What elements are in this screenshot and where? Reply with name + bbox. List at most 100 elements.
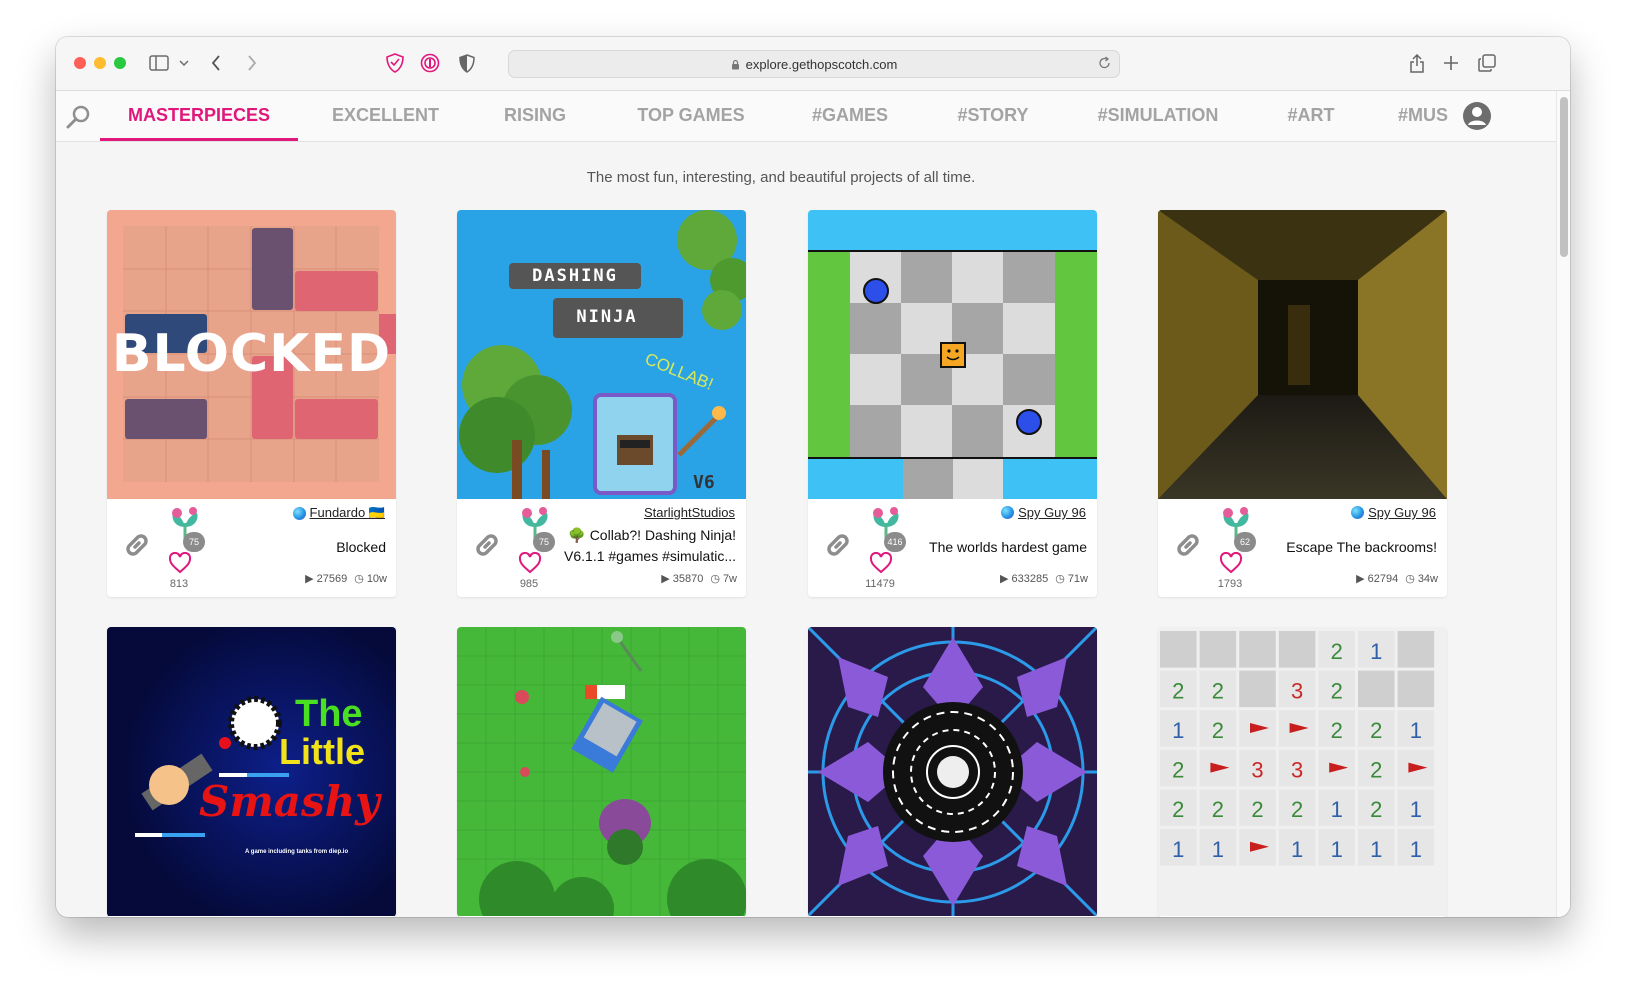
- minimize-window-button[interactable]: [94, 57, 106, 69]
- project-card[interactable]: 416 11479 Spy Guy 96 The worlds hardest …: [808, 210, 1097, 597]
- privacy-shield-icon[interactable]: [456, 51, 478, 75]
- mine-count-label: 2: [1212, 678, 1224, 703]
- tab-masterpieces[interactable]: MASTERPIECES: [100, 91, 298, 141]
- project-thumbnail[interactable]: [808, 627, 1097, 916]
- mine-count-label: 1: [1291, 837, 1303, 862]
- mine-cell: [1397, 670, 1435, 708]
- thumbnail-title: DASHING: [532, 266, 618, 286]
- project-age: 71w: [1067, 572, 1088, 585]
- project-card[interactable]: DASHING NINJA COLLAB! V6 75 985 Starligh…: [457, 210, 746, 597]
- project-title[interactable]: Blocked: [186, 537, 386, 558]
- tab-games[interactable]: #GAMES: [808, 91, 892, 141]
- scrollbar-thumb[interactable]: [1560, 97, 1568, 257]
- browser-toolbar: explore.gethopscotch.com: [56, 37, 1570, 91]
- project-meta: 416 11479 Spy Guy 96 The worlds hardest …: [808, 499, 1097, 597]
- project-card[interactable]: 2 1 2 2 3 2 1 2 2 2 1 2 3 3 2 2 2 2 2 1 2 1 1 1 1 1 1 1: [1158, 627, 1447, 917]
- project-thumbnail[interactable]: The Little Smashy A game including tanks…: [107, 627, 396, 916]
- author-link[interactable]: StarlightStudios: [644, 505, 735, 520]
- thumbnail-version: V6: [693, 472, 715, 493]
- like-count: 813: [169, 578, 189, 590]
- project-thumbnail[interactable]: [457, 627, 746, 916]
- play-count: 27569: [316, 572, 348, 585]
- shield-icon[interactable]: [384, 51, 406, 75]
- password-manager-icon[interactable]: [419, 51, 441, 75]
- like-count: 1793: [1217, 578, 1243, 590]
- search-icon[interactable]: [66, 104, 92, 135]
- page-scrollbar[interactable]: [1556, 91, 1570, 917]
- tab-top-games[interactable]: TOP GAMES: [631, 91, 751, 141]
- play-icon: ▶: [305, 573, 314, 585]
- project-card[interactable]: BLOCKED 75 813 Fundardo 🇺🇦 Blocked ▶ 2756…: [107, 210, 396, 597]
- project-thumbnail minesweeper-board[interactable]: 2 1 2 2 3 2 1 2 2 2 1 2 3 3 2 2 2 2 2 1 2 1 1 1 1 1 1 1: [1158, 627, 1447, 916]
- sidebar-icon[interactable]: [148, 51, 170, 75]
- tab-rising[interactable]: RISING: [499, 91, 571, 141]
- play-icon: ▶: [1000, 573, 1009, 585]
- project-age: 34w: [1417, 572, 1438, 585]
- like-count: 11479: [865, 578, 895, 590]
- tab-label: #STORY: [957, 105, 1029, 125]
- link-icon[interactable]: [121, 529, 153, 566]
- mine-count-label: 1: [1172, 837, 1184, 862]
- mine-count-label: 2: [1172, 797, 1184, 822]
- thumbnail-title-line3: Smashy: [199, 777, 380, 826]
- mine-count-label: 1: [1331, 797, 1343, 822]
- author-name: Spy Guy 96: [1368, 505, 1436, 520]
- project-title[interactable]: Escape The backrooms!: [1237, 537, 1437, 558]
- tab-overview-icon[interactable]: [1476, 51, 1498, 75]
- mine-count-label: 1: [1370, 837, 1382, 862]
- clock-icon: ◷: [710, 573, 720, 585]
- mine-count-label: 2: [1212, 797, 1224, 822]
- link-icon[interactable]: [822, 529, 854, 566]
- mine-cell: [1239, 631, 1276, 668]
- tab-story[interactable]: #STORY: [954, 91, 1032, 141]
- project-title[interactable]: 🌳 Collab?! Dashing Ninja! V6.1.1 #games …: [556, 525, 736, 567]
- mine-count-label: 1: [1410, 837, 1422, 862]
- back-arrow-icon[interactable]: [208, 51, 224, 75]
- mine-count-label: 2: [1370, 718, 1382, 743]
- forward-arrow-icon[interactable]: [244, 51, 260, 75]
- link-icon[interactable]: [1172, 529, 1204, 566]
- project-title[interactable]: The worlds hardest game: [887, 537, 1087, 558]
- reload-icon[interactable]: [1098, 56, 1111, 70]
- mine-count-label: 2: [1331, 718, 1343, 743]
- link-icon[interactable]: [471, 529, 503, 566]
- mine-cell: [1358, 670, 1395, 708]
- author-link[interactable]: Spy Guy 96: [1351, 505, 1436, 520]
- project-age: 10w: [366, 572, 387, 585]
- mine-cell: [1160, 631, 1197, 668]
- close-window-button[interactable]: [74, 57, 86, 69]
- tab-label: #SIMULATION: [1097, 105, 1219, 125]
- like-count: 985: [519, 578, 539, 590]
- project-thumbnail[interactable]: [1158, 210, 1447, 499]
- project-card[interactable]: [457, 627, 746, 917]
- globe-icon: [1351, 506, 1365, 519]
- tab-art[interactable]: #ART: [1282, 91, 1340, 141]
- author-link[interactable]: Fundardo 🇺🇦: [292, 505, 385, 521]
- project-thumbnail[interactable]: DASHING NINJA COLLAB! V6: [457, 210, 746, 499]
- mine-count-label: 2: [1172, 758, 1184, 783]
- mine-count-label: 2: [1212, 718, 1224, 743]
- heart-icon[interactable]: [518, 551, 542, 579]
- play-icon: ▶: [1356, 573, 1365, 585]
- share-icon[interactable]: [1407, 51, 1427, 75]
- new-tab-plus-icon[interactable]: [1441, 51, 1461, 75]
- globe-icon: [292, 506, 306, 520]
- address-bar[interactable]: explore.gethopscotch.com: [508, 50, 1120, 78]
- user-account-icon[interactable]: [1462, 101, 1492, 136]
- project-card[interactable]: The Little Smashy A game including tanks…: [107, 627, 396, 917]
- mine-cell: [1199, 631, 1237, 668]
- mine-count-label: 1: [1172, 718, 1184, 743]
- project-card[interactable]: 62 1793 Spy Guy 96 Escape The backrooms!…: [1158, 210, 1447, 597]
- project-card[interactable]: [808, 627, 1097, 917]
- tab-music[interactable]: #MUS: [1398, 91, 1456, 141]
- project-stats: ▶ 27569 ◷ 10w: [305, 572, 387, 586]
- zoom-window-button[interactable]: [114, 57, 126, 69]
- author-link[interactable]: Spy Guy 96: [1001, 505, 1086, 520]
- tab-excellent[interactable]: EXCELLENT: [328, 91, 443, 141]
- project-thumbnail[interactable]: [808, 210, 1097, 499]
- tab-simulation[interactable]: #SIMULATION: [1093, 91, 1223, 141]
- mine-cell: [1239, 670, 1276, 708]
- project-thumbnail[interactable]: BLOCKED: [107, 210, 396, 499]
- chevron-down-icon[interactable]: [178, 51, 190, 75]
- author-name: Spy Guy 96: [1018, 505, 1086, 520]
